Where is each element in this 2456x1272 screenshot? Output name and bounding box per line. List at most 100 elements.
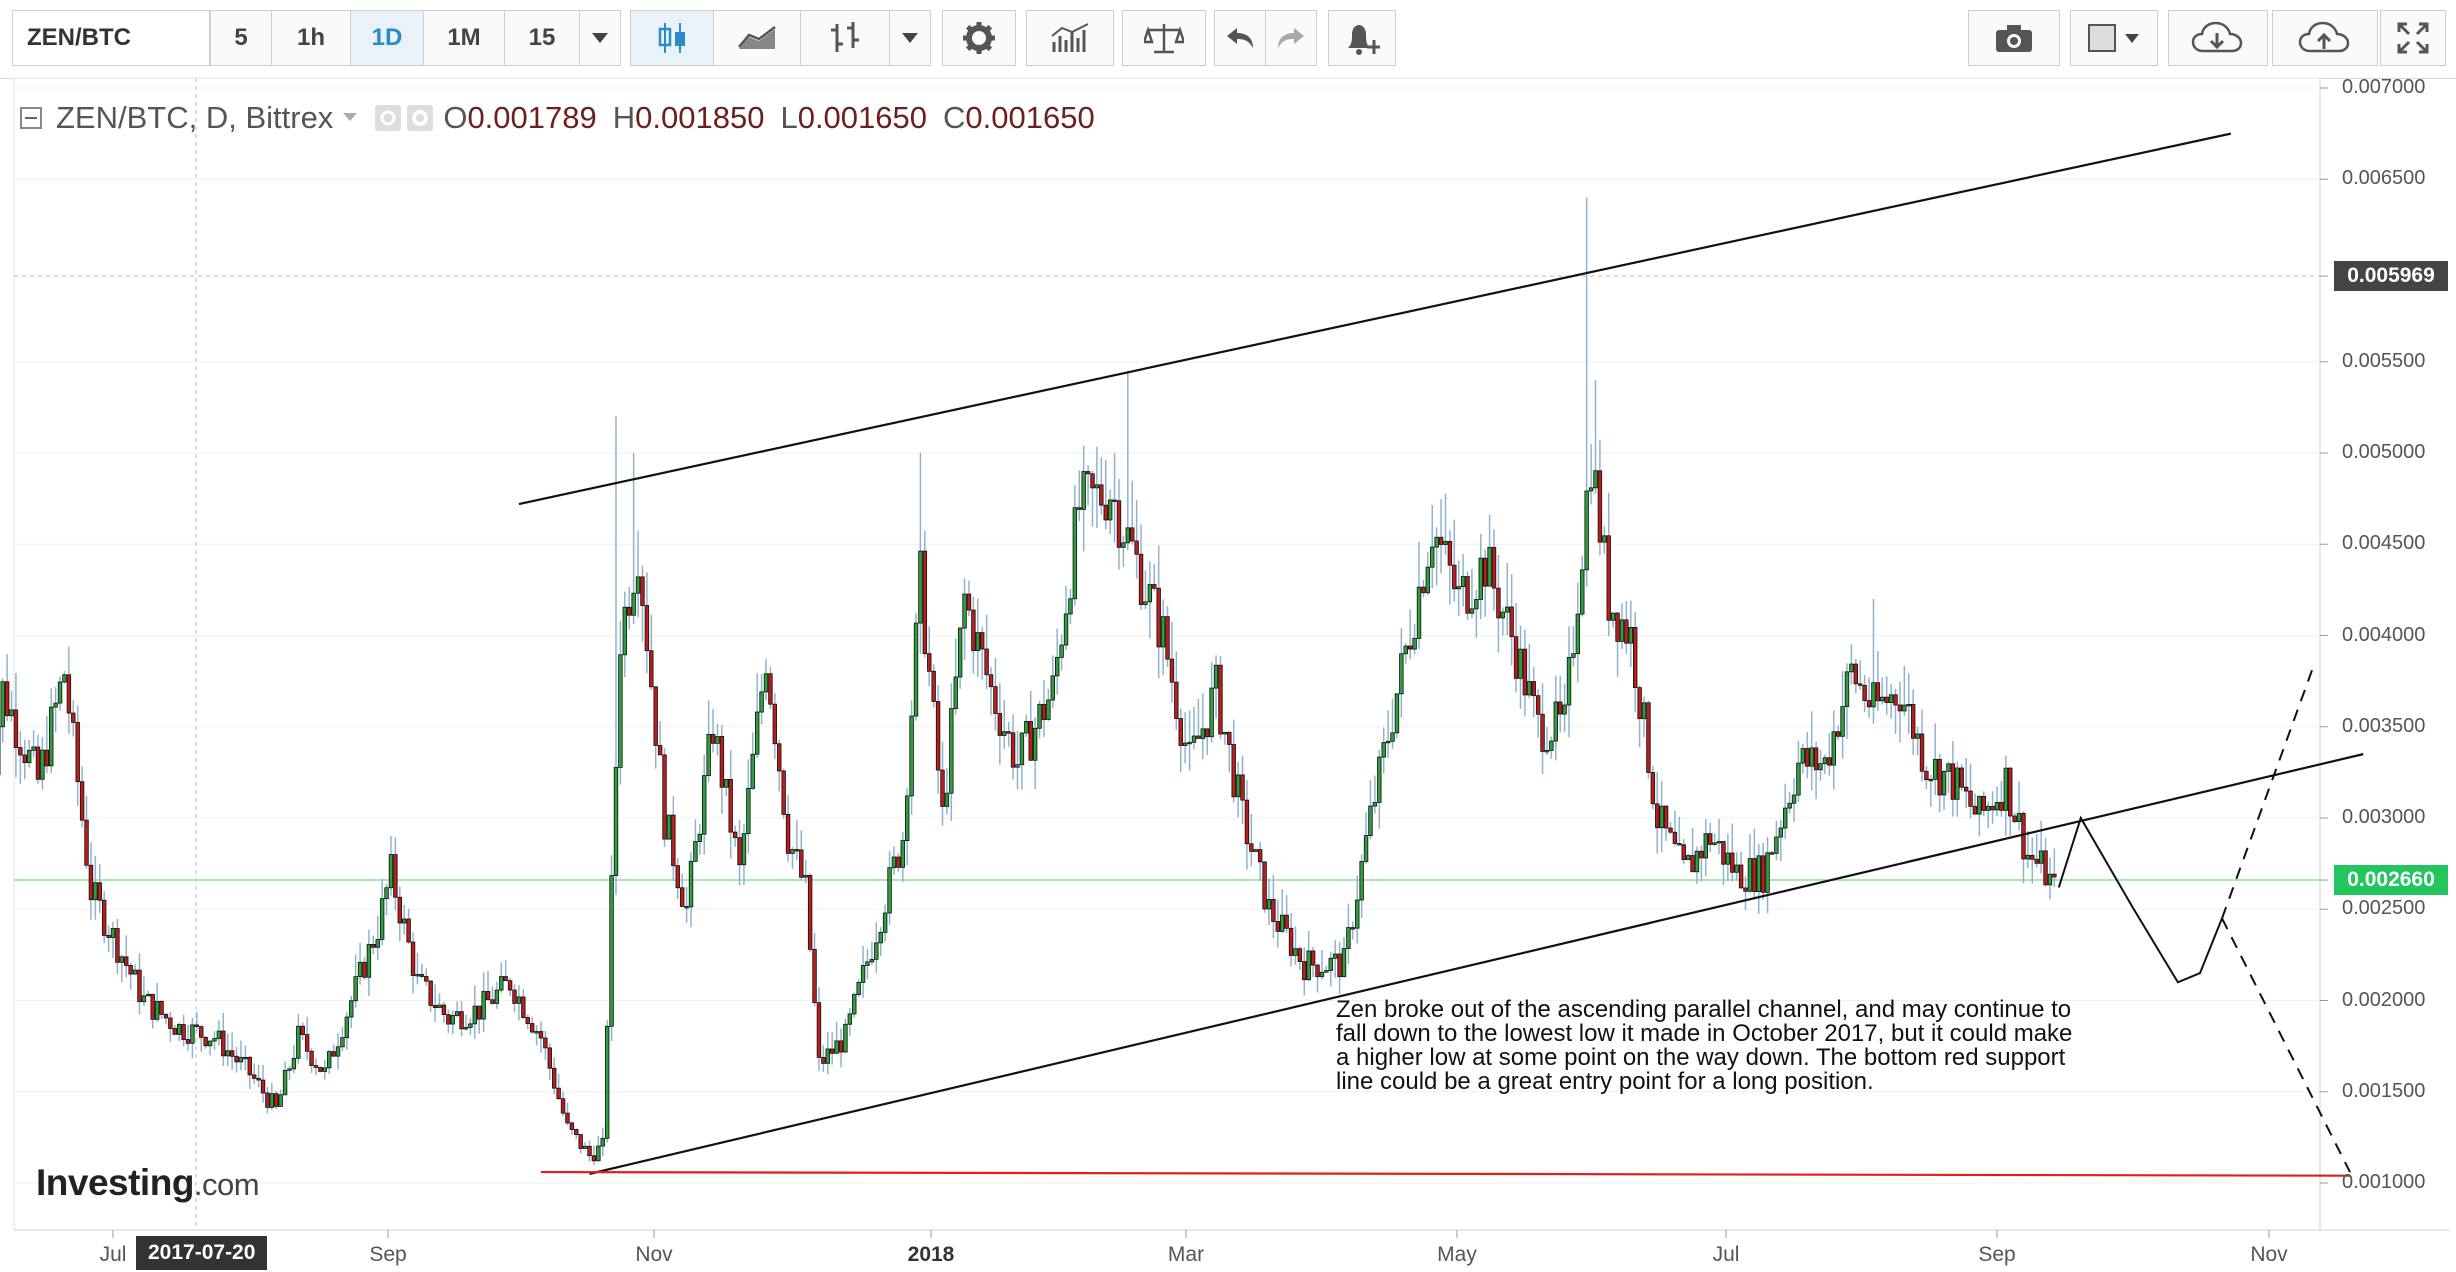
channel-lower-line bbox=[589, 753, 2364, 1175]
gear-icon bbox=[963, 22, 995, 54]
candle-down bbox=[88, 864, 94, 901]
chart-annotation-text[interactable]: Zen broke out of the ascending parallel … bbox=[1336, 998, 2076, 1094]
candle-down bbox=[1866, 700, 1872, 708]
candle-up bbox=[243, 1056, 248, 1060]
candle-down bbox=[591, 1155, 597, 1162]
interval-dropdown-button[interactable] bbox=[579, 10, 621, 66]
candle-down bbox=[432, 1005, 438, 1008]
collapse-icon[interactable] bbox=[20, 107, 42, 129]
candle-up bbox=[1125, 527, 1131, 544]
snapshot-button[interactable] bbox=[1968, 10, 2060, 66]
candle-down bbox=[799, 849, 804, 878]
compare-button[interactable] bbox=[1122, 10, 1206, 66]
logo-suffix: .com bbox=[193, 1167, 260, 1202]
candle-down bbox=[503, 976, 508, 982]
candle-down bbox=[1858, 683, 1863, 686]
symbol-input[interactable]: ZEN/BTC bbox=[12, 10, 210, 66]
candle-up bbox=[1800, 748, 1806, 764]
price-tick-label: 0.001500 bbox=[2342, 1079, 2426, 1102]
redo-button[interactable] bbox=[1265, 10, 1317, 66]
candle-up bbox=[282, 1069, 288, 1096]
bell-plus-icon bbox=[1348, 25, 1380, 55]
price-tick-label: 0.002500 bbox=[2342, 897, 2426, 920]
candle-up bbox=[596, 1145, 601, 1162]
candle-up bbox=[759, 691, 764, 713]
candle-up bbox=[176, 1024, 182, 1035]
candle-down bbox=[1827, 757, 1832, 766]
candle-up bbox=[1584, 490, 1589, 571]
candle-up bbox=[1002, 731, 1007, 736]
expand-button[interactable] bbox=[2380, 10, 2446, 66]
load-chart-button[interactable] bbox=[2168, 10, 2268, 66]
candle-up bbox=[454, 1011, 460, 1016]
candle-down bbox=[997, 713, 1003, 736]
time-tick-label: Jul bbox=[99, 1243, 127, 1266]
candle-up bbox=[1324, 970, 1329, 973]
price-chart[interactable] bbox=[0, 0, 2456, 1272]
candle-down bbox=[1227, 731, 1232, 745]
channel-upper-line bbox=[518, 132, 2232, 506]
candle-down bbox=[657, 745, 663, 756]
candles-style-button[interactable] bbox=[630, 10, 714, 66]
candle-down bbox=[587, 1145, 592, 1157]
candle-down bbox=[1134, 540, 1139, 555]
candle-up bbox=[1385, 740, 1391, 744]
interval-1h-button[interactable]: 1h bbox=[271, 10, 351, 66]
candle-down bbox=[1893, 694, 1898, 706]
candle-up bbox=[975, 632, 980, 652]
candle-up bbox=[891, 856, 897, 869]
fullscreen-box-button[interactable] bbox=[2070, 10, 2158, 66]
candle-down bbox=[1077, 507, 1082, 510]
candle-down bbox=[552, 1067, 557, 1089]
candle-up bbox=[834, 1040, 839, 1054]
add-alert-button[interactable] bbox=[1328, 10, 1396, 66]
settings-gear-icon[interactable] bbox=[407, 105, 434, 131]
candle-up bbox=[1580, 569, 1585, 615]
candle-down bbox=[428, 980, 433, 1006]
indicators-button[interactable] bbox=[1026, 10, 1114, 66]
candle-down bbox=[1452, 564, 1457, 590]
candle-up bbox=[1430, 546, 1435, 568]
save-chart-button[interactable] bbox=[2272, 10, 2378, 66]
candle-up bbox=[384, 887, 389, 900]
price-tick-label: 0.001000 bbox=[2342, 1171, 2426, 1193]
candle-down bbox=[2012, 815, 2017, 823]
candle-down bbox=[1646, 702, 1651, 773]
eye-icon[interactable] bbox=[375, 105, 402, 131]
settings-button[interactable] bbox=[942, 10, 1016, 66]
candle-down bbox=[172, 1028, 177, 1035]
candle-down bbox=[446, 1014, 451, 1025]
style-dropdown-button[interactable] bbox=[889, 10, 931, 66]
interval-1m-button[interactable]: 1M bbox=[423, 10, 505, 66]
candle-down bbox=[185, 1039, 191, 1044]
interval-5-button[interactable]: 5 bbox=[210, 10, 272, 66]
candle-up bbox=[1341, 948, 1347, 978]
candle-down bbox=[199, 1026, 204, 1038]
chevron-down-icon[interactable] bbox=[343, 113, 359, 123]
candle-down bbox=[1663, 805, 1669, 829]
candle-down bbox=[1752, 858, 1757, 893]
bars-style-button[interactable] bbox=[800, 10, 890, 66]
interval-1d-button[interactable]: 1D bbox=[350, 10, 424, 66]
candle-down bbox=[477, 1005, 482, 1020]
candle-up bbox=[225, 1050, 230, 1057]
candle-up bbox=[463, 1027, 469, 1030]
candle-down bbox=[1218, 664, 1223, 735]
candle-down bbox=[1130, 527, 1135, 542]
candle-down bbox=[1540, 713, 1545, 752]
candle-up bbox=[238, 1057, 244, 1063]
line-style-button[interactable] bbox=[713, 10, 801, 66]
candle-down bbox=[1862, 684, 1867, 701]
candle-down bbox=[1249, 843, 1254, 852]
undo-button[interactable] bbox=[1214, 10, 1266, 66]
candle-up bbox=[1734, 864, 1739, 873]
candle-up bbox=[1390, 732, 1395, 742]
candle-down bbox=[1853, 663, 1859, 685]
candle-up bbox=[1399, 653, 1404, 695]
candle-down bbox=[1284, 914, 1289, 929]
candle-down bbox=[1937, 758, 1942, 796]
candle-down bbox=[922, 550, 928, 655]
candle-up bbox=[1068, 598, 1073, 615]
candle-down bbox=[1721, 841, 1726, 865]
interval-15-button[interactable]: 15 bbox=[504, 10, 580, 66]
